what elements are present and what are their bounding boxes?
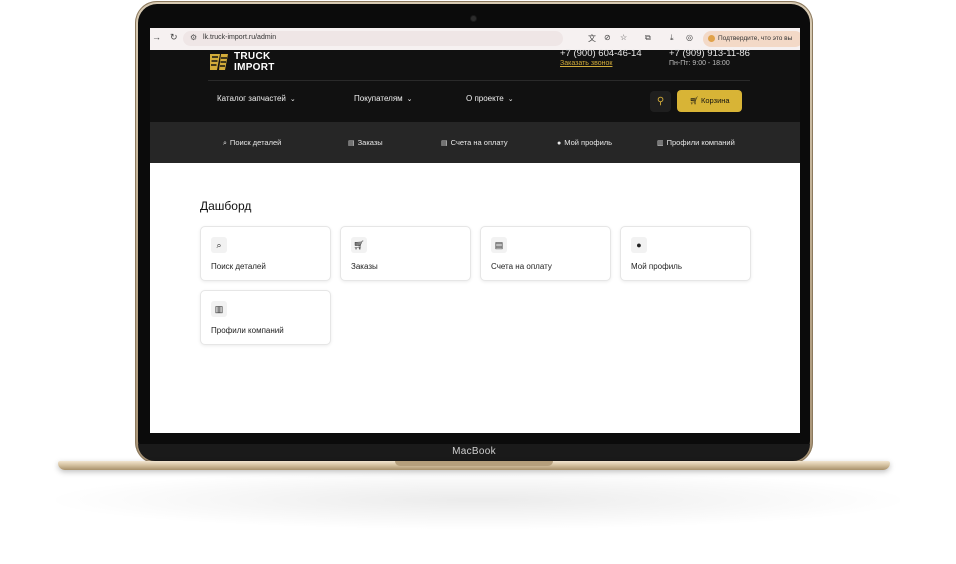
menu-about[interactable]: О проекте ⌄: [466, 94, 514, 103]
phone-primary[interactable]: +7 (900) 604-46-14: [560, 48, 642, 59]
site-header: TRUCK IMPORT +7 (900) 604-46-14 Заказать…: [150, 48, 800, 122]
card-label: Мой профиль: [631, 262, 683, 271]
dashboard-card-orders[interactable]: 🛒︎ Заказы: [340, 226, 471, 281]
user-account-button[interactable]: ⚲: [650, 91, 671, 112]
search-icon: ⌕: [211, 237, 227, 253]
account-nav-companies[interactable]: ▥ Профили компаний: [657, 138, 735, 147]
account-nav-invoices[interactable]: ▤ Счета на оплату: [441, 138, 508, 147]
account-nav-invoices-label: Счета на оплату: [450, 138, 508, 147]
logo-line1: TRUCK: [234, 51, 271, 62]
cart-icon: 🛒︎: [689, 96, 699, 105]
account-nav-orders[interactable]: ▤ Заказы: [348, 138, 383, 147]
chevron-down-icon: ⌄: [289, 96, 296, 103]
menu-catalog-label: Каталог запчастей: [217, 94, 286, 103]
device-brand: MacBook: [452, 446, 496, 457]
site-settings-icon[interactable]: ⚙: [190, 33, 197, 42]
account-nav: ⌕ Поиск деталей ▤ Заказы ▤ Счета на оплату …: [150, 122, 800, 163]
account-nav-profile[interactable]: ● Мой профиль: [557, 138, 612, 147]
cart-button[interactable]: 🛒︎ Корзина: [677, 90, 742, 112]
menu-buyers-label: Покупателям: [354, 94, 403, 103]
chevron-down-icon: ⌄: [507, 96, 514, 103]
building-icon: ▥: [211, 301, 227, 317]
card-label: Заказы: [351, 262, 378, 271]
search-icon: ⌕: [223, 140, 227, 147]
menu-buyers[interactable]: Покупателям ⌄: [354, 94, 413, 103]
menu-catalog[interactable]: Каталог запчастей ⌄: [217, 94, 296, 103]
dashboard-card-profile[interactable]: ● Мой профиль: [620, 226, 751, 281]
confirm-identity-label: Подтвердите, что это вы: [718, 35, 793, 42]
phone-secondary[interactable]: +7 (909) 913-11-86: [669, 48, 750, 59]
page-title: Дашборд: [200, 199, 252, 213]
user-icon: ⚲: [656, 96, 665, 107]
screen: → ↻ ⚙ lk.truck-import.ru/admin 文 ⊘ ☆ ⧉ ⤓…: [150, 28, 800, 433]
dashboard-card-invoices[interactable]: ▤ Счета на оплату: [480, 226, 611, 281]
share-icon[interactable]: ◎: [686, 33, 693, 42]
star-icon[interactable]: ☆: [620, 33, 627, 42]
logo-text[interactable]: TRUCK IMPORT: [234, 51, 275, 73]
working-hours: Пн-Пт: 9:00 - 18:00: [669, 60, 730, 67]
card-label: Поиск деталей: [211, 262, 266, 271]
forward-icon[interactable]: →: [152, 32, 161, 42]
cart-label: Корзина: [701, 96, 730, 105]
document-icon: ▤: [491, 237, 507, 253]
confirm-identity-button[interactable]: Подтвердите, что это вы: [703, 31, 800, 47]
account-nav-orders-label: Заказы: [357, 138, 383, 147]
user-icon: ●: [557, 140, 562, 147]
translate-icon[interactable]: 文: [588, 33, 596, 44]
camera: [471, 16, 476, 21]
puzzle-icon[interactable]: ⧉: [645, 33, 651, 43]
document-icon: ▤: [348, 140, 355, 147]
account-nav-search[interactable]: ⌕ Поиск деталей: [223, 138, 281, 148]
cart-icon: 🛒︎: [351, 237, 367, 253]
logo-line2: IMPORT: [234, 62, 275, 73]
callback-link[interactable]: Заказать звонок: [560, 60, 612, 67]
dashboard-card-companies[interactable]: ▥ Профили компаний: [200, 290, 331, 345]
laptop-notch: [395, 461, 553, 466]
url-text[interactable]: lk.truck-import.ru/admin: [203, 34, 276, 41]
account-nav-companies-label: Профили компаний: [666, 138, 735, 147]
dashboard-card-search[interactable]: ⌕ Поиск деталей: [200, 226, 331, 281]
card-label: Профили компаний: [211, 326, 284, 335]
user-icon: ●: [631, 237, 647, 253]
logo-icon[interactable]: [208, 52, 230, 72]
header-divider: [208, 80, 750, 81]
document-icon: ▤: [441, 140, 448, 147]
profile-avatar-icon: [708, 35, 715, 42]
laptop-shadow: [40, 470, 916, 530]
menu-about-label: О проекте: [466, 94, 504, 103]
card-label: Счета на оплату: [491, 262, 552, 271]
account-nav-profile-label: Мой профиль: [564, 138, 613, 147]
eye-off-icon[interactable]: ⊘: [604, 33, 611, 42]
reload-icon[interactable]: ↻: [170, 32, 178, 43]
download-icon[interactable]: ⤓: [670, 33, 674, 43]
chevron-down-icon: ⌄: [406, 96, 413, 103]
building-icon: ▥: [657, 140, 664, 147]
account-nav-search-label: Поиск деталей: [229, 138, 282, 147]
